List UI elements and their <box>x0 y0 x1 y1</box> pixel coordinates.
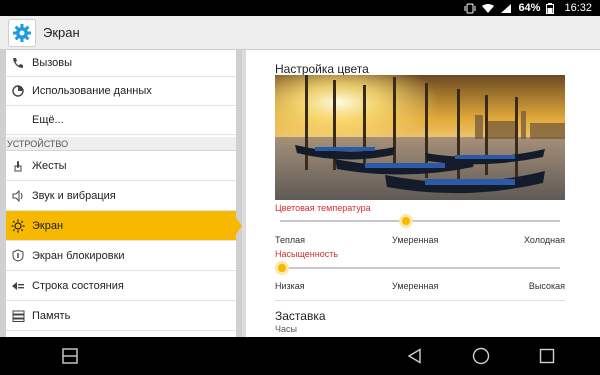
color-temperature-thumb[interactable] <box>399 214 413 228</box>
home-button[interactable] <box>471 346 491 366</box>
sidebar-item-label: Экран <box>32 219 64 232</box>
settings-app-icon <box>8 18 36 47</box>
sidebar-item-lockscreen[interactable]: Экран блокировки <box>6 241 236 271</box>
section-divider <box>275 300 565 301</box>
statusbar-icon <box>10 278 26 294</box>
scale-label-warm: Теплая <box>275 235 306 245</box>
sidebar-item-gestures[interactable]: Жесты <box>6 151 236 181</box>
back-icon <box>407 348 421 364</box>
sidebar-item-label: Жесты <box>32 159 67 172</box>
sidebar-item-data-usage[interactable]: Использование данных <box>6 77 236 106</box>
back-button[interactable] <box>405 346 425 366</box>
screensaver-value: Часы <box>275 324 297 334</box>
navigation-bar <box>0 337 600 375</box>
data-usage-icon <box>10 83 26 99</box>
storage-icon <box>10 308 26 324</box>
sidebar-item-label: Использование данных <box>32 85 152 97</box>
split-screen-icon <box>62 348 78 364</box>
sidebar-item-label: Строка состояния <box>32 279 124 292</box>
brightness-icon <box>10 218 26 234</box>
split-screen-button[interactable] <box>60 346 80 366</box>
color-preview-image <box>275 75 565 200</box>
lock-shield-icon <box>10 248 26 264</box>
gear-icon <box>13 23 31 42</box>
battery-icon <box>546 2 558 14</box>
scale-label-low: Низкая <box>275 281 305 291</box>
color-temperature-slider[interactable] <box>280 214 560 228</box>
saturation-label: Насыщенность <box>275 249 339 259</box>
sidebar-item-calls[interactable]: Вызовы <box>6 50 236 77</box>
sidebar-item-storage[interactable]: Память <box>6 301 236 331</box>
status-bar: 64% 16:32 <box>0 0 600 16</box>
sidebar-item-more[interactable]: Ещё... <box>6 106 236 135</box>
status-icons: 64% 16:32 <box>464 2 592 14</box>
color-temperature-label: Цветовая температура <box>275 203 371 213</box>
settings-sidebar: Вызовы Использование данных Ещё... УСТРО… <box>0 50 242 337</box>
sidebar-item-label: Звук и вибрация <box>32 189 116 202</box>
sidebar-item-sound[interactable]: Звук и вибрация <box>6 181 236 211</box>
panel-divider <box>242 50 246 337</box>
display-settings-panel: Настройка цвета Цветовая температура Теп… <box>242 50 600 337</box>
color-settings-title: Настройка цвета <box>275 62 369 76</box>
saturation-scale: Низкая Умеренная Высокая <box>275 281 565 293</box>
color-temperature-scale: Теплая Умеренная Холодная <box>275 235 565 247</box>
scale-label-cold: Холодная <box>524 235 565 245</box>
home-icon <box>472 347 490 365</box>
scale-label-moderate: Умеренная <box>392 281 439 291</box>
sidebar-item-display[interactable]: Экран <box>6 211 242 241</box>
wifi-icon <box>482 3 495 14</box>
sidebar-item-label: Экран блокировки <box>32 249 125 262</box>
sidebar-item-label: Ещё... <box>32 114 64 126</box>
scale-label-moderate: Умеренная <box>392 235 439 245</box>
section-header-device: УСТРОЙСТВО <box>6 137 236 151</box>
saturation-slider[interactable] <box>275 261 560 275</box>
app-bar: Экран <box>0 16 600 50</box>
clock: 16:32 <box>564 2 592 14</box>
saturation-thumb[interactable] <box>275 261 289 275</box>
scale-label-high: Высокая <box>528 281 565 291</box>
sidebar-item-label: Память <box>32 309 71 322</box>
sidebar-item-label: Вызовы <box>32 57 73 69</box>
battery-percent: 64% <box>518 2 541 14</box>
sidebar-item-statusbar[interactable]: Строка состояния <box>6 271 236 301</box>
recents-button[interactable] <box>537 346 557 366</box>
signal-icon <box>500 3 512 14</box>
phone-icon <box>10 55 26 71</box>
speaker-icon <box>10 188 26 204</box>
screensaver-title[interactable]: Заставка <box>275 309 326 323</box>
vibrate-icon <box>464 3 476 14</box>
app-title: Экран <box>43 25 80 40</box>
recents-icon <box>539 348 555 364</box>
gesture-icon <box>10 158 26 174</box>
